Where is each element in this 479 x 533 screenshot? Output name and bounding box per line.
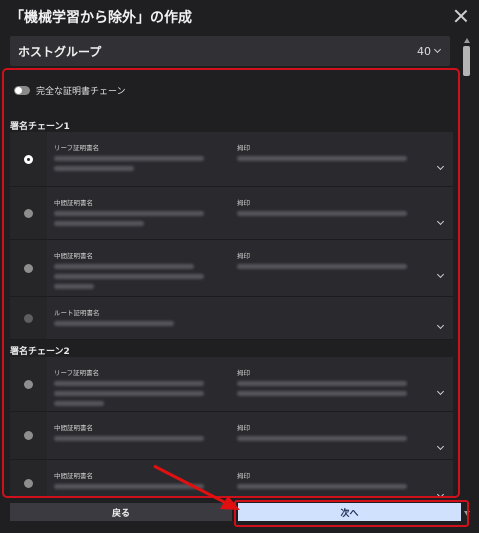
hostgroup-count: 40 — [417, 44, 442, 58]
chain-2-label: 署名チェーン2 — [10, 347, 70, 357]
radio-unselected[interactable] — [24, 313, 33, 323]
fingerprint-header: 拇印 — [237, 472, 250, 480]
scroll-up-icon[interactable] — [464, 38, 470, 43]
intermediate-cert-name-header: 中間証明書名 — [54, 472, 93, 480]
chain-2-row-3[interactable]: 中間証明書名 拇印 — [10, 460, 453, 496]
chain-1-row-2[interactable]: 中間証明書名 拇印 — [10, 187, 453, 240]
chain-1-list: リーフ証明書名 拇印 中間証明書名 拇印 中間証明書名 拇印 ルート証明書名 — [10, 132, 453, 340]
chevron-down-icon[interactable] — [436, 321, 445, 330]
leaf-cert-name-header: リーフ証明書名 — [54, 369, 100, 377]
fingerprint-header: 拇印 — [237, 424, 250, 432]
fingerprint-header: 拇印 — [237, 199, 250, 207]
chevron-down-icon[interactable] — [436, 490, 445, 496]
certificate-chain-panel: 完全な証明書チェーン 署名チェーン1 リーフ証明書名 拇印 中間証明書名 拇印 … — [2, 68, 460, 498]
dialog-title: 「機械学習から除外」の作成 — [0, 0, 479, 33]
full-chain-toggle-label: 完全な証明書チェーン — [36, 87, 126, 97]
radio-unselected[interactable] — [24, 479, 33, 488]
chevron-down-icon[interactable] — [436, 442, 445, 451]
fingerprint-header: 拇印 — [237, 369, 250, 377]
fingerprint-header: 拇印 — [237, 252, 250, 260]
radio-unselected[interactable] — [24, 208, 33, 218]
chevron-down-icon — [433, 45, 442, 54]
chain-1-row-3[interactable]: 中間証明書名 拇印 — [10, 240, 453, 297]
radio-unselected[interactable] — [24, 379, 33, 389]
close-icon[interactable] — [453, 8, 469, 24]
back-button[interactable]: 戻る — [10, 503, 232, 521]
scroll-thumb[interactable] — [463, 46, 470, 76]
chevron-down-icon[interactable] — [436, 217, 445, 226]
chain-1-label: 署名チェーン1 — [10, 122, 70, 132]
leaf-cert-name-header: リーフ証明書名 — [54, 144, 100, 152]
vertical-scrollbar[interactable] — [462, 36, 472, 516]
chain-1-row-1[interactable]: リーフ証明書名 拇印 — [10, 132, 453, 187]
fingerprint-header: 拇印 — [237, 144, 250, 152]
chevron-down-icon[interactable] — [436, 162, 445, 171]
hostgroup-label: ホストグループ — [18, 44, 102, 59]
hostgroup-count-value: 40 — [417, 44, 431, 58]
full-chain-toggle-row[interactable]: 完全な証明書チェーン — [14, 84, 126, 97]
next-button[interactable]: 次へ — [238, 503, 461, 521]
radio-unselected[interactable] — [24, 431, 33, 440]
intermediate-cert-name-header: 中間証明書名 — [54, 252, 93, 260]
chain-2-row-1[interactable]: リーフ証明書名 拇印 — [10, 357, 453, 412]
full-chain-toggle[interactable] — [14, 86, 30, 95]
intermediate-cert-name-header: 中間証明書名 — [54, 199, 93, 207]
chain-1-row-4[interactable]: ルート証明書名 — [10, 297, 453, 340]
chain-2-list: リーフ証明書名 拇印 中間証明書名 拇印 中間証明書名 拇印 — [10, 357, 453, 496]
chain-2-row-2[interactable]: 中間証明書名 拇印 — [10, 412, 453, 460]
root-cert-name-header: ルート証明書名 — [54, 309, 100, 317]
chevron-down-icon[interactable] — [436, 270, 445, 279]
radio-unselected[interactable] — [24, 263, 33, 273]
hostgroup-header[interactable]: ホストグループ 40 — [10, 36, 450, 66]
intermediate-cert-name-header: 中間証明書名 — [54, 424, 93, 432]
radio-selected[interactable] — [24, 154, 33, 164]
chevron-down-icon[interactable] — [436, 387, 445, 396]
